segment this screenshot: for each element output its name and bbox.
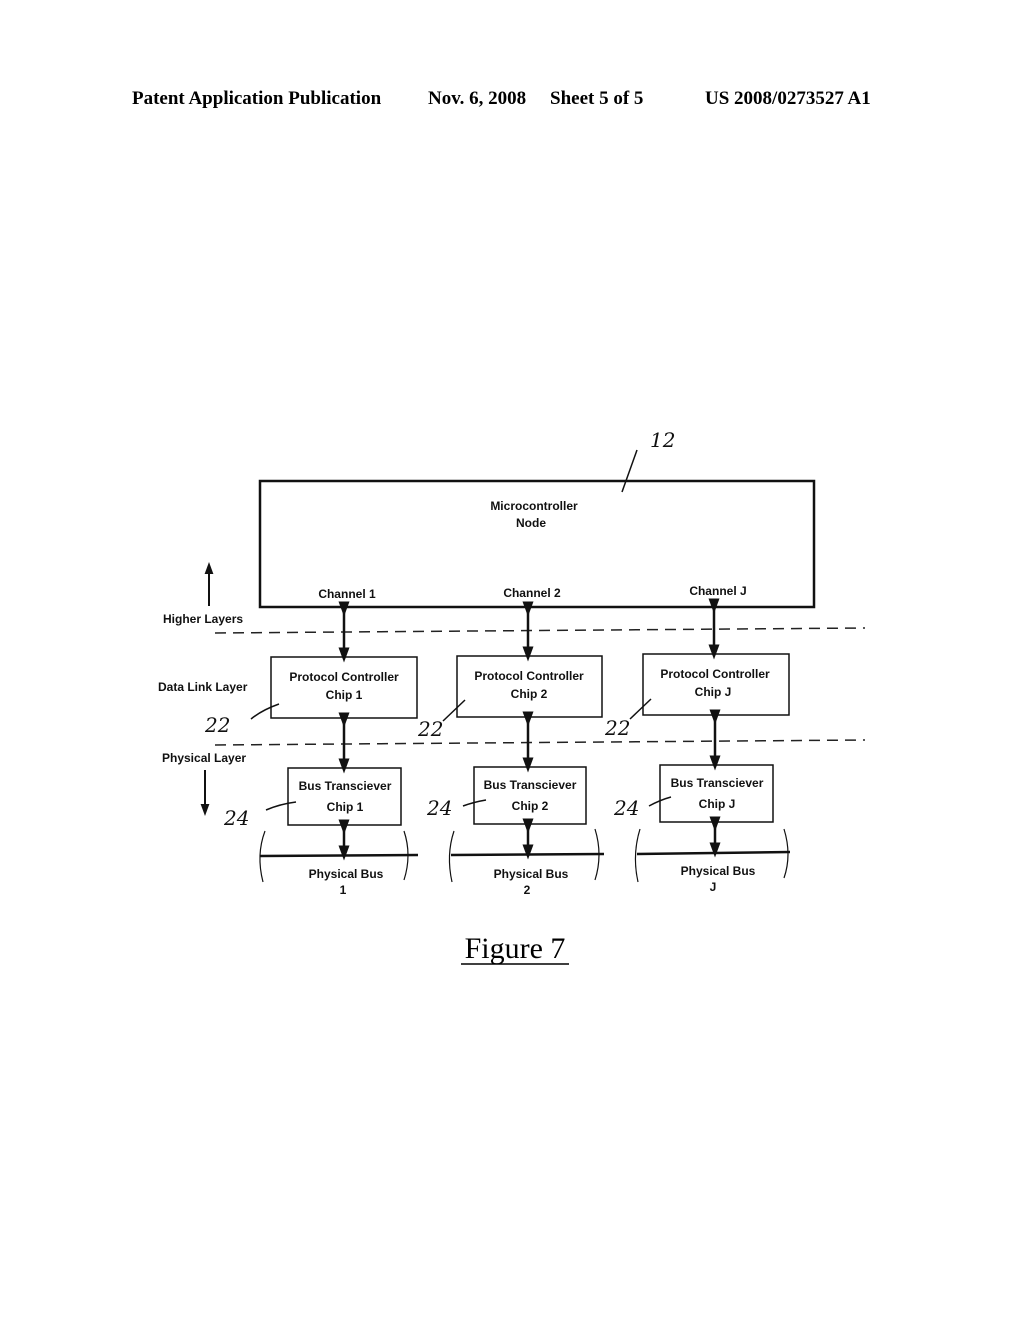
- bus-break-left: [634, 828, 641, 883]
- bus-transceiver-box: [473, 766, 587, 825]
- physical-bus-label-line1: Physical Bus: [494, 867, 569, 881]
- physical-bus-line: [636, 850, 791, 856]
- physical-bus-line: [450, 852, 605, 857]
- physical-layer-label: Physical Layer: [162, 751, 246, 765]
- physical-bus-label-line1: Physical Bus: [681, 864, 756, 878]
- microcontroller-node: Microcontroller Node 12: [258, 428, 816, 609]
- node-label-line1: Microcontroller: [490, 499, 578, 513]
- bus-break-right: [783, 828, 789, 879]
- channel-label: Channel J: [689, 584, 746, 598]
- protocol-ref-number: 22: [204, 713, 230, 737]
- figure-caption: Figure 7: [465, 932, 566, 965]
- figure-7-diagram: Microcontroller Node 12 Higher Layers Da…: [158, 428, 866, 965]
- data-link-layer-label: Data Link Layer: [158, 680, 248, 694]
- bus-transceiver-box: [287, 767, 402, 826]
- channel-label: Channel 1: [318, 587, 376, 601]
- bus-transceiver-box: [659, 764, 774, 823]
- datalink-physical-boundary: [214, 739, 866, 746]
- protocol-ref-number: 22: [604, 716, 630, 740]
- node-label-line2: Node: [516, 516, 546, 530]
- layer-labels: Higher Layers Data Link Layer Physical L…: [158, 562, 248, 816]
- protocol-ref-leader: [629, 698, 652, 720]
- protocol-controller-label-line1: Protocol Controller: [474, 669, 584, 683]
- channel-label: Channel 2: [503, 586, 561, 600]
- bus-transceiver-label-line2: Chip 1: [327, 800, 364, 814]
- transceiver-ref-number: 24: [613, 796, 639, 820]
- protocol-controller-label-line1: Protocol Controller: [660, 667, 770, 681]
- higher-layers-label: Higher Layers: [163, 612, 243, 626]
- bus-break-left: [448, 830, 455, 883]
- protocol-controller-label-line1: Protocol Controller: [289, 670, 399, 684]
- bus-transceiver-label-line2: Chip J: [699, 797, 736, 811]
- protocol-controller-label-line2: Chip J: [695, 685, 732, 699]
- physical-bus-label-line1: Physical Bus: [309, 867, 384, 881]
- node-ref-number: 12: [650, 428, 675, 452]
- protocol-controller-label-line2: Chip 1: [326, 688, 363, 702]
- protocol-controller-label-line2: Chip 2: [511, 687, 548, 701]
- protocol-ref-leader: [250, 703, 280, 720]
- physical-bus-line: [259, 853, 419, 858]
- transceiver-ref-number: 24: [223, 806, 249, 830]
- protocol-ref-leader: [442, 699, 466, 722]
- physical-bus-label-line2: 1: [340, 883, 347, 897]
- bus-transceiver-label-line1: Bus Transciever: [671, 776, 764, 790]
- physical-bus-label-line2: J: [710, 880, 717, 894]
- bus-transceiver-label-line1: Bus Transciever: [484, 778, 577, 792]
- node-ref-leader: [621, 449, 638, 493]
- transceiver-ref-leader: [265, 801, 297, 811]
- bus-transceiver-label-line2: Chip 2: [512, 799, 549, 813]
- physical-bus-label-line2: 2: [524, 883, 531, 897]
- bus-transceiver-label-line1: Bus Transciever: [299, 779, 392, 793]
- transceiver-ref-number: 24: [426, 796, 452, 820]
- protocol-ref-number: 22: [417, 717, 443, 741]
- higher-datalink-boundary: [214, 627, 866, 634]
